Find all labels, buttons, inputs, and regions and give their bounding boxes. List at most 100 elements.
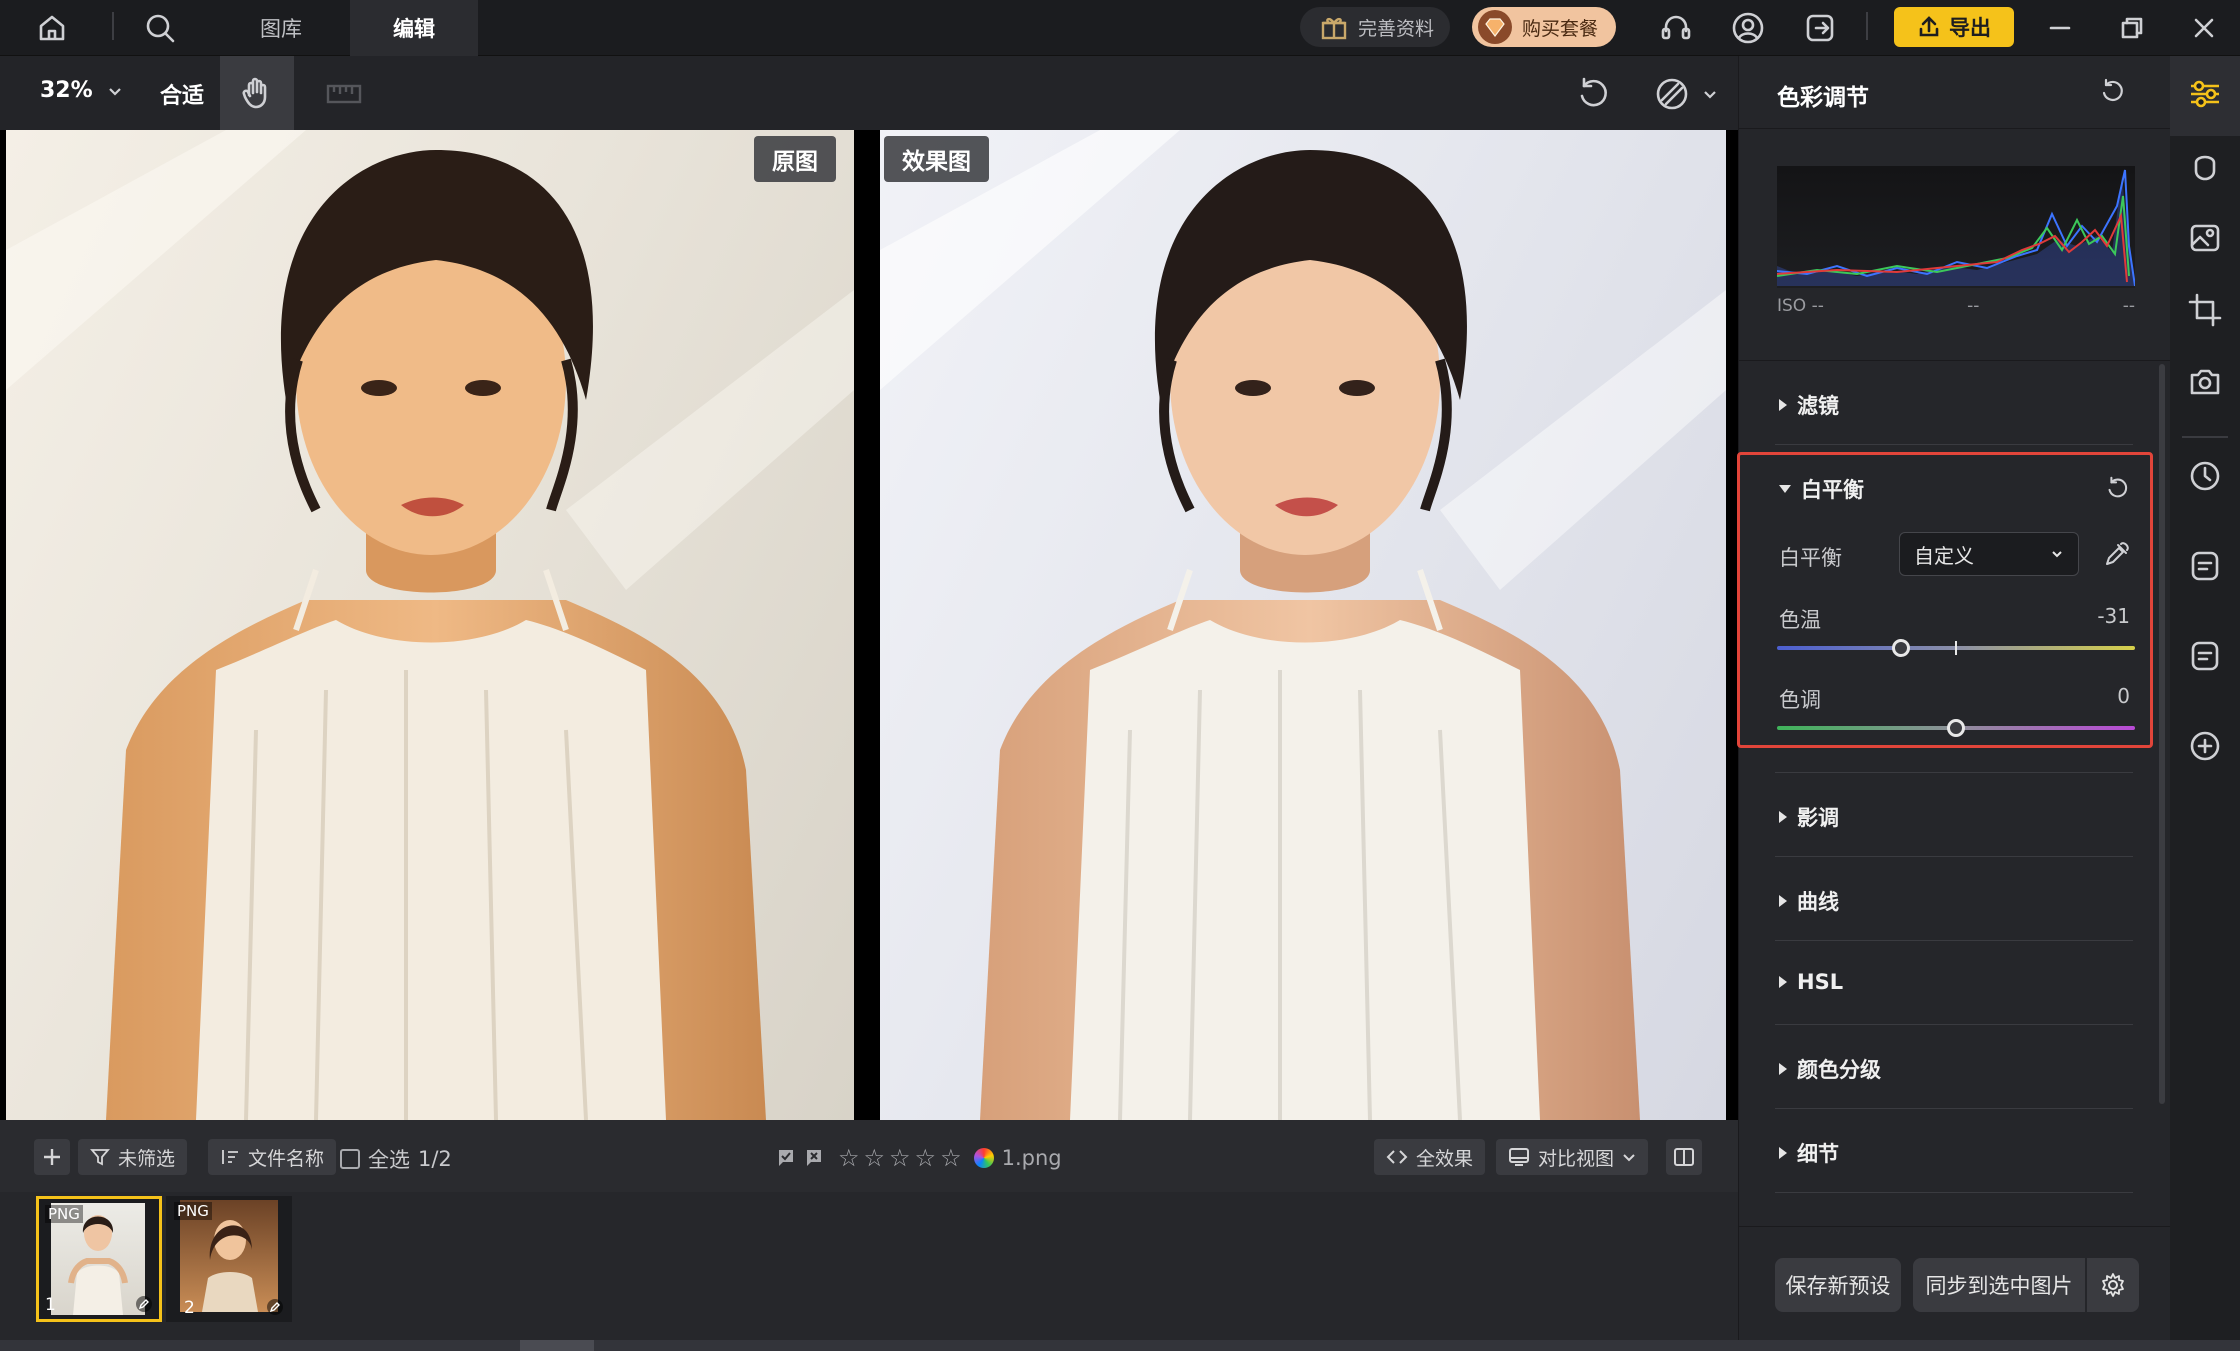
zoom-value: 32%	[40, 78, 93, 103]
restore-icon[interactable]	[2112, 8, 2152, 48]
reset-white-balance-icon[interactable]	[2103, 474, 2131, 502]
rotate-icon[interactable]	[1572, 72, 1616, 116]
wb-mode-select[interactable]: 自定义	[1899, 532, 2079, 576]
save-preset-button[interactable]: 保存新预设	[1775, 1258, 1901, 1312]
buy-package-button[interactable]: 购买套餐	[1472, 7, 1616, 47]
tab-gallery[interactable]: 图库	[230, 0, 332, 56]
camera-icon[interactable]	[2185, 362, 2225, 402]
divider	[1866, 12, 1868, 40]
gear-icon	[2102, 1273, 2124, 1297]
original-photo[interactable]	[6, 130, 854, 1120]
ruler-icon[interactable]	[324, 74, 364, 114]
reset-all-icon[interactable]	[2097, 76, 2127, 106]
divider	[1739, 128, 2171, 129]
pencil-icon[interactable]	[135, 1295, 153, 1313]
notes-icon[interactable]	[2185, 546, 2225, 586]
face-retouch-icon[interactable]	[2185, 146, 2225, 186]
add-tool-icon[interactable]	[2185, 726, 2225, 766]
section-tone[interactable]: 影调	[1779, 802, 1839, 832]
divider	[1775, 856, 2133, 857]
export-label: 导出	[1949, 16, 1991, 40]
hand-icon	[242, 77, 267, 109]
headset-icon[interactable]	[1656, 8, 1696, 48]
caret-right-icon	[1779, 895, 1787, 907]
scroll-thumb[interactable]	[520, 1340, 594, 1351]
thumbnail-1[interactable]: PNG 1	[36, 1196, 162, 1322]
divider	[1739, 1226, 2171, 1227]
flag-pick-icon[interactable]	[776, 1148, 796, 1168]
chevron-down-icon	[2052, 551, 2062, 558]
all-effects-button[interactable]: 全效果	[1374, 1139, 1486, 1175]
sync-button[interactable]: 同步到选中图片	[1913, 1258, 2085, 1312]
chevron-down-icon	[1623, 1154, 1635, 1162]
tint-label: 色调	[1779, 688, 1821, 712]
zoom-select[interactable]: 32%	[40, 78, 123, 103]
search-icon[interactable]	[140, 8, 180, 48]
image-icon[interactable]	[2185, 218, 2225, 258]
mask-icon[interactable]	[1650, 72, 1694, 116]
user-icon[interactable]	[1728, 8, 1768, 48]
home-icon[interactable]	[32, 8, 72, 48]
wb-mode-value: 自定义	[1914, 543, 1974, 568]
select-all-checkbox[interactable]: 全选 1/2	[340, 1144, 452, 1174]
complete-profile-label: 完善资料	[1358, 17, 1435, 40]
section-white-balance[interactable]: 白平衡	[1779, 474, 1864, 504]
section-filter[interactable]: 滤镜	[1779, 390, 1839, 420]
temp-slider[interactable]	[1777, 639, 2135, 657]
filter-button[interactable]: 未筛选	[78, 1139, 188, 1175]
plus-icon	[44, 1149, 60, 1165]
complete-profile-button[interactable]: 完善资料	[1300, 7, 1450, 47]
metadata-icon[interactable]	[2185, 636, 2225, 676]
section-curve[interactable]: 曲线	[1779, 886, 1839, 916]
flag-reject-icon[interactable]	[804, 1148, 824, 1168]
divider	[1739, 360, 2171, 361]
split-view-button[interactable]	[1666, 1139, 1702, 1175]
thumbnail-2[interactable]: PNG 2	[166, 1196, 292, 1322]
crop-icon[interactable]	[2185, 290, 2225, 330]
section-detail[interactable]: 细节	[1779, 1138, 1839, 1168]
sort-icon	[222, 1150, 238, 1164]
section-color-grading[interactable]: 颜色分级	[1779, 1054, 1881, 1084]
panel-title: 色彩调节	[1777, 85, 1869, 111]
compare-view-button[interactable]: 对比视图	[1496, 1139, 1649, 1175]
close-icon[interactable]	[2184, 8, 2224, 48]
tab-edit[interactable]: 编辑	[350, 0, 478, 56]
tint-slider[interactable]	[1777, 719, 2135, 737]
pencil-icon[interactable]	[266, 1298, 284, 1316]
filmstrip: PNG 1 PNG 2	[0, 1192, 1738, 1340]
result-photo[interactable]	[880, 130, 1726, 1120]
add-button[interactable]	[34, 1139, 70, 1175]
iso-value: ISO --	[1777, 296, 1824, 316]
original-label: 原图	[754, 136, 836, 182]
code-icon	[1386, 1150, 1408, 1164]
caret-right-icon	[1779, 1063, 1787, 1075]
panel-scrollbar[interactable]	[2159, 364, 2165, 1104]
histogram-meta: ISO -- -- --	[1777, 296, 2135, 316]
export-button[interactable]: 导出	[1894, 7, 2014, 47]
compare-canvas[interactable]: 原图 效果图	[0, 130, 1738, 1120]
sliders-icon[interactable]	[2185, 74, 2225, 114]
minimize-icon[interactable]	[2040, 8, 2080, 48]
gift-icon	[1321, 17, 1347, 40]
logout-icon[interactable]	[1800, 8, 1840, 48]
tint-slider-knob[interactable]	[1947, 719, 1965, 737]
history-icon[interactable]	[2185, 456, 2225, 496]
temp-slider-knob[interactable]	[1891, 639, 1910, 657]
divider	[1775, 1192, 2133, 1193]
thumbnail-badge: PNG	[174, 1202, 212, 1220]
divider	[1775, 1024, 2133, 1025]
sort-button[interactable]: 文件名称	[208, 1139, 337, 1175]
eyedropper-icon[interactable]	[2103, 540, 2131, 568]
section-hsl[interactable]: HSL	[1779, 970, 1843, 994]
chevron-down-icon[interactable]	[1702, 86, 1718, 102]
fit-button[interactable]: 合适	[160, 78, 204, 110]
sync-settings-button[interactable]	[2087, 1258, 2139, 1312]
hand-tool-button[interactable]	[220, 56, 294, 130]
exif-right: --	[2122, 296, 2135, 316]
caret-right-icon	[1779, 399, 1787, 411]
star-rating[interactable]: ☆☆☆☆☆	[838, 1144, 966, 1172]
select-all-label: 全选	[368, 1148, 410, 1172]
divider	[1775, 772, 2133, 773]
color-label-icon[interactable]	[973, 1148, 994, 1168]
tool-rail	[2170, 56, 2240, 1340]
